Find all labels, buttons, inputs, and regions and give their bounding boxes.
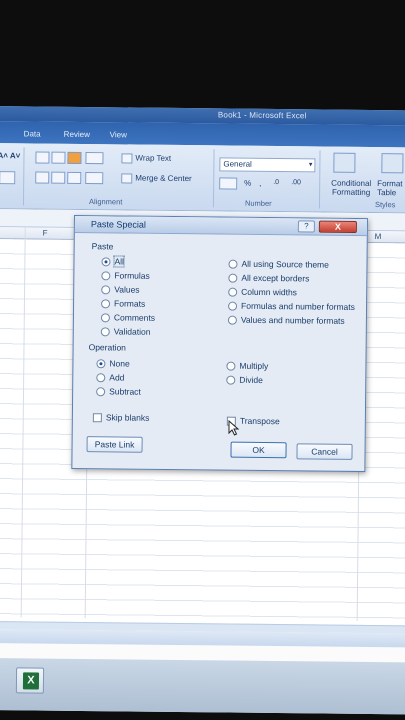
dialog-title-bar[interactable]: Paste Special ? X: [74, 216, 367, 237]
paste-option-label: Validation: [113, 326, 151, 337]
chevron-down-icon: ▾: [308, 161, 313, 169]
radio-icon: [228, 273, 238, 283]
operation-label: Add: [109, 372, 125, 383]
paste-option-label: All except borders: [241, 272, 310, 284]
window-title: Book1 - Microsoft Excel: [217, 110, 307, 121]
decrease-decimal-button[interactable]: .00: [291, 179, 301, 186]
taskbar-excel-button[interactable]: X: [15, 667, 45, 694]
operation-label: Divide: [239, 374, 263, 385]
radio-icon: [100, 313, 110, 323]
help-button[interactable]: ?: [297, 220, 315, 233]
close-button[interactable]: X: [318, 220, 357, 233]
tab-view[interactable]: View: [110, 130, 127, 139]
column-header-m[interactable]: M: [375, 232, 382, 241]
ribbon-separator: [22, 147, 25, 206]
radio-icon: [228, 301, 238, 311]
radio-icon: [96, 373, 106, 383]
ribbon-separator: [212, 149, 215, 208]
radio-icon: [96, 359, 106, 369]
alignment-group-label: Alignment: [88, 197, 123, 207]
paste-option-label: Values and number formats: [240, 314, 345, 326]
paste-option-label: All: [113, 255, 126, 268]
merge-icon: [121, 173, 133, 184]
ok-button[interactable]: OK: [230, 441, 287, 459]
font-size-buttons[interactable]: A˄ A˅: [0, 151, 20, 160]
align-center-icon[interactable]: [51, 171, 66, 184]
fill-color-icon[interactable]: [67, 151, 82, 164]
radio-icon: [101, 257, 111, 267]
tab-review[interactable]: Review: [64, 130, 90, 139]
paste-option-label: Comments: [113, 312, 156, 323]
operation-label: Subtract: [109, 386, 141, 397]
ribbon-separator: [318, 150, 321, 209]
ribbon: A˄ A˅ Wrap Text Merge & Center Alignment…: [0, 142, 405, 214]
percent-button[interactable]: %: [244, 179, 251, 188]
conditional-formatting-icon: [333, 152, 356, 173]
paste-option-label: Column widths: [241, 286, 298, 298]
radio-icon: [226, 375, 236, 385]
align-top-icon[interactable]: [35, 151, 50, 164]
photo-stage: Book1 - Microsoft Excel Data Review View…: [0, 0, 405, 720]
radio-icon: [227, 315, 237, 325]
paste-option-label: Values: [114, 284, 140, 295]
comma-button[interactable]: ,: [259, 179, 261, 188]
paste-option-label: Formulas and number formats: [241, 300, 355, 312]
accounting-icon[interactable]: [219, 177, 238, 190]
number-group-label: Number: [244, 198, 272, 208]
paste-link-button[interactable]: Paste Link: [86, 436, 143, 453]
excel-icon: X: [22, 672, 40, 690]
paste-special-dialog: Paste Special ? X Paste All Formulas Val…: [71, 215, 368, 473]
skip-blanks-label: Skip blanks: [105, 412, 150, 423]
radio-icon: [100, 327, 110, 337]
wrap-text-icon: [121, 153, 133, 164]
wrap-text-button[interactable]: Wrap Text: [135, 154, 171, 163]
format-as-table-button[interactable]: Format as Table: [377, 179, 405, 197]
merge-center-button[interactable]: Merge & Center: [135, 174, 192, 184]
radio-icon: [228, 287, 238, 297]
styles-group-label: Styles: [374, 200, 396, 210]
radio-icon: [101, 271, 111, 281]
indent-icon[interactable]: [85, 172, 104, 185]
increase-decimal-button[interactable]: .0: [273, 179, 279, 186]
number-format-value: General: [223, 159, 252, 169]
column-header-f[interactable]: F: [43, 229, 48, 238]
transpose-label: Transpose: [239, 415, 280, 427]
tab-data[interactable]: Data: [24, 129, 41, 138]
font-color-icon[interactable]: [0, 171, 16, 185]
paste-option-label: Formats: [114, 298, 146, 309]
radio-icon: [101, 299, 111, 309]
orientation-icon[interactable]: [85, 152, 104, 165]
radio-icon: [101, 285, 111, 295]
align-middle-icon[interactable]: [51, 151, 66, 164]
cancel-button[interactable]: Cancel: [296, 443, 353, 460]
paste-option-label: All using Source theme: [241, 258, 329, 270]
radio-icon: [226, 361, 236, 371]
radio-icon: [96, 387, 106, 397]
paste-section-label: Paste: [91, 241, 114, 252]
taskbar: X: [0, 657, 405, 715]
conditional-formatting-button[interactable]: Conditional Formatting: [323, 178, 379, 197]
align-left-icon[interactable]: [35, 171, 50, 184]
format-table-icon: [381, 153, 404, 174]
operation-label: None: [109, 358, 130, 369]
operation-label: Multiply: [239, 360, 269, 372]
paste-option-label: Formulas: [114, 270, 150, 281]
checkbox-icon: [92, 413, 102, 423]
number-format-dropdown[interactable]: General ▾: [219, 157, 316, 173]
align-right-icon[interactable]: [67, 171, 82, 184]
dialog-title: Paste Special: [90, 219, 147, 230]
operation-section-label: Operation: [88, 342, 127, 353]
mouse-cursor-icon: [228, 420, 240, 436]
radio-icon: [228, 259, 238, 269]
